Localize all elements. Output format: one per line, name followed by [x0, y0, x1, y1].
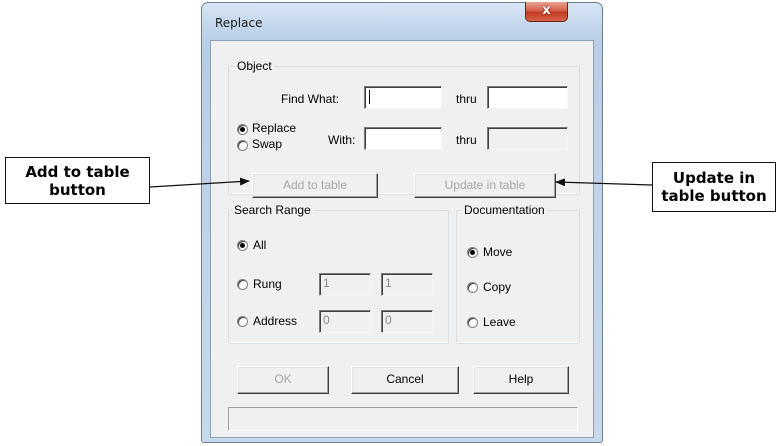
- right-callout-arrow: [555, 178, 653, 187]
- callout-arrows: [149, 177, 653, 188]
- left-callout-arrow: [149, 177, 250, 188]
